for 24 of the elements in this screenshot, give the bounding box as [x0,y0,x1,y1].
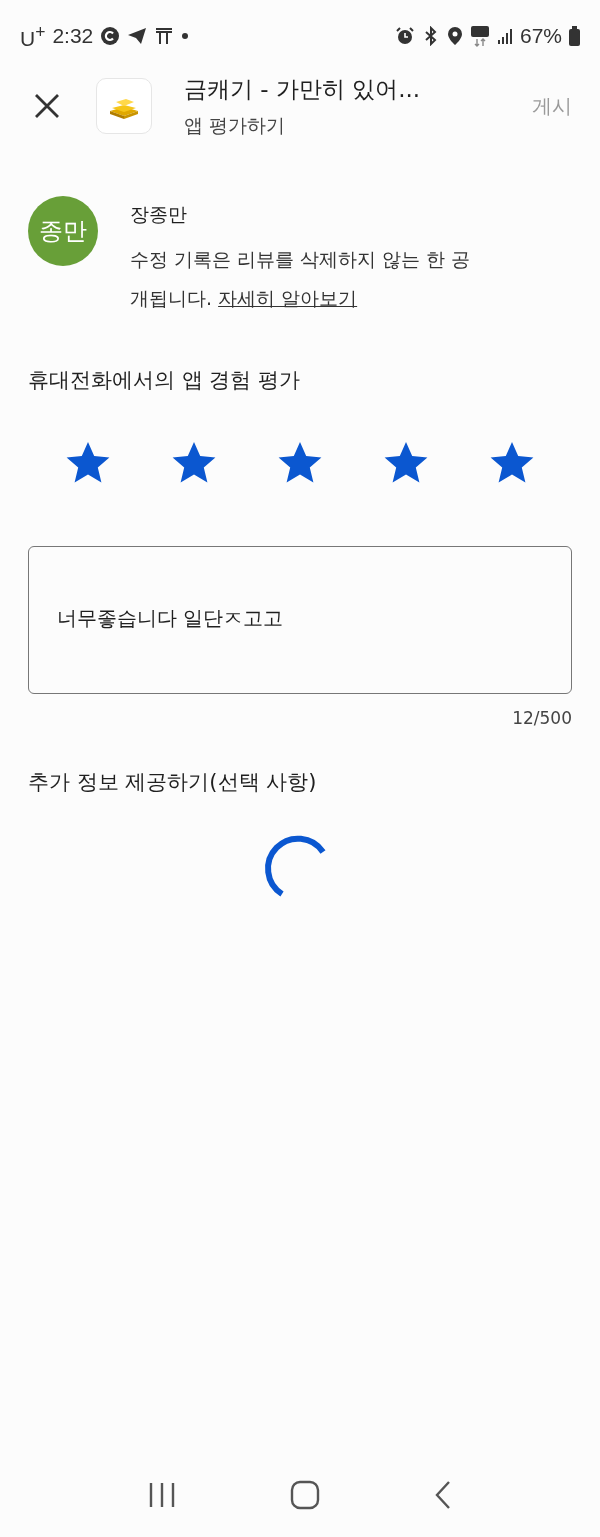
character-counter: 12/500 [511,708,573,728]
page-subtitle: 앱 평가하기 [184,112,287,138]
carrier-label: U$^{+}$ [20,21,46,51]
pi-symbol-icon [154,26,175,46]
clock-time: 2:32 [52,24,94,48]
c-badge-icon [100,26,121,46]
review-field[interactable]: 너무좋습니다 일단ㅈ고고 [28,546,572,694]
learn-more-link[interactable]: 자세히 알아보기 [218,287,358,309]
battery-percent: 67% [519,24,562,48]
extra-info-heading: 추가 정보 제공하기(선택 사항) [28,769,318,796]
paper-plane-icon [127,26,148,46]
rating-heading: 휴대전화에서의 앱 경험 평가 [28,367,302,394]
edit-history-notice: 수정 기록은 리뷰를 삭제하지 않는 한 공개됩니다. 자세히 알아보기 [130,247,472,311]
home-icon[interactable] [290,1480,320,1510]
app-title: 금캐기 - 가만히 있어... [184,74,422,104]
user-name: 장종만 [130,202,188,227]
alarm-clock-icon [394,26,415,46]
battery-icon [569,26,580,46]
user-avatar: 종만 [28,196,98,266]
close-icon [34,93,60,119]
signal-icon [496,27,513,45]
dot-icon [181,32,190,40]
network-5g-icon [469,25,490,47]
location-pin-icon [446,26,463,46]
